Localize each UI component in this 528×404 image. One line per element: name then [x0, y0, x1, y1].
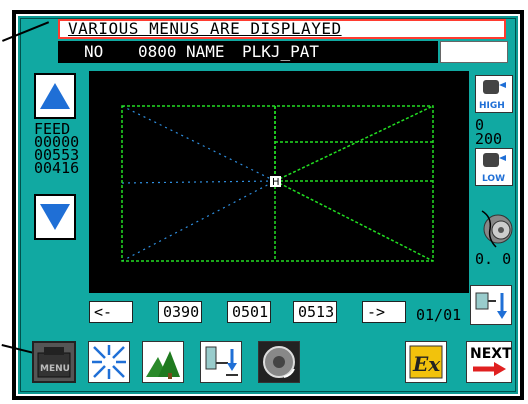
arrow-up-icon [40, 83, 70, 109]
prev-button[interactable]: <- [89, 301, 133, 323]
banner-text: VARIOUS MENUS ARE DISPLAYED [68, 19, 342, 38]
menu-icon: MENU [37, 347, 71, 378]
coord-field-1[interactable]: 0390 [158, 301, 202, 323]
feed-down-button[interactable] [34, 194, 76, 240]
thread-tension-icon [481, 210, 513, 248]
info-extra-field [440, 41, 508, 63]
feed-readout: FEED 00000 00553 00416 [34, 122, 80, 177]
high-speed-button[interactable]: HIGH [475, 75, 513, 113]
trees-icon [146, 351, 180, 379]
wheel-button[interactable] [258, 341, 300, 383]
trees-button[interactable] [142, 341, 184, 383]
ex-button[interactable]: Ex [405, 341, 447, 383]
high-speed-label: HIGH [479, 101, 505, 111]
coord-field-2[interactable]: 0501 [227, 301, 271, 323]
svg-text:H: H [272, 177, 280, 188]
no-value: 0800 [138, 42, 177, 61]
page-indicator: 01/01 [416, 306, 462, 324]
low-speed-button[interactable]: LOW [475, 148, 513, 186]
menu-button[interactable]: MENU [32, 341, 76, 383]
svg-text:Ex: Ex [412, 352, 441, 376]
thread-tension-button[interactable] [474, 205, 518, 251]
pattern-canvas[interactable]: H [89, 71, 469, 293]
next-label: NEXT [470, 346, 511, 362]
next-arrow-icon: NEXT [470, 346, 511, 376]
expand-button[interactable] [88, 341, 130, 383]
needle-down-button[interactable] [470, 285, 512, 325]
needle-position-button[interactable] [200, 341, 242, 383]
high-speed-icon: HIGH [479, 80, 506, 111]
needle-position-icon [205, 346, 238, 376]
low-speed-icon: LOW [482, 153, 506, 184]
speed-value-bottom: 200 [475, 130, 503, 148]
expand-icon [92, 345, 126, 379]
coord-field-3[interactable]: 0513 [293, 301, 337, 323]
feed-value-3: 00416 [34, 159, 80, 177]
low-speed-label: LOW [482, 174, 505, 184]
needle-down-icon [475, 292, 507, 319]
name-value: PLKJ_PAT [242, 42, 320, 61]
pattern-info-bar: NO 0800 NAME PLKJ_PAT [58, 41, 438, 63]
pattern-drawing: H [121, 105, 434, 262]
name-label: NAME [186, 42, 225, 61]
menu-label: MENU [40, 364, 70, 374]
wheel-icon [263, 346, 295, 378]
ex-icon: Ex [409, 345, 443, 379]
next-button[interactable]: NEXT [466, 341, 512, 383]
message-banner: VARIOUS MENUS ARE DISPLAYED [58, 19, 506, 39]
no-label: NO [84, 42, 104, 61]
feed-up-button[interactable] [34, 73, 76, 119]
tension-value: 0. 0 [475, 250, 512, 268]
next-page-button[interactable]: -> [362, 301, 406, 323]
home-marker: H [270, 176, 281, 188]
arrow-down-icon [40, 204, 70, 230]
